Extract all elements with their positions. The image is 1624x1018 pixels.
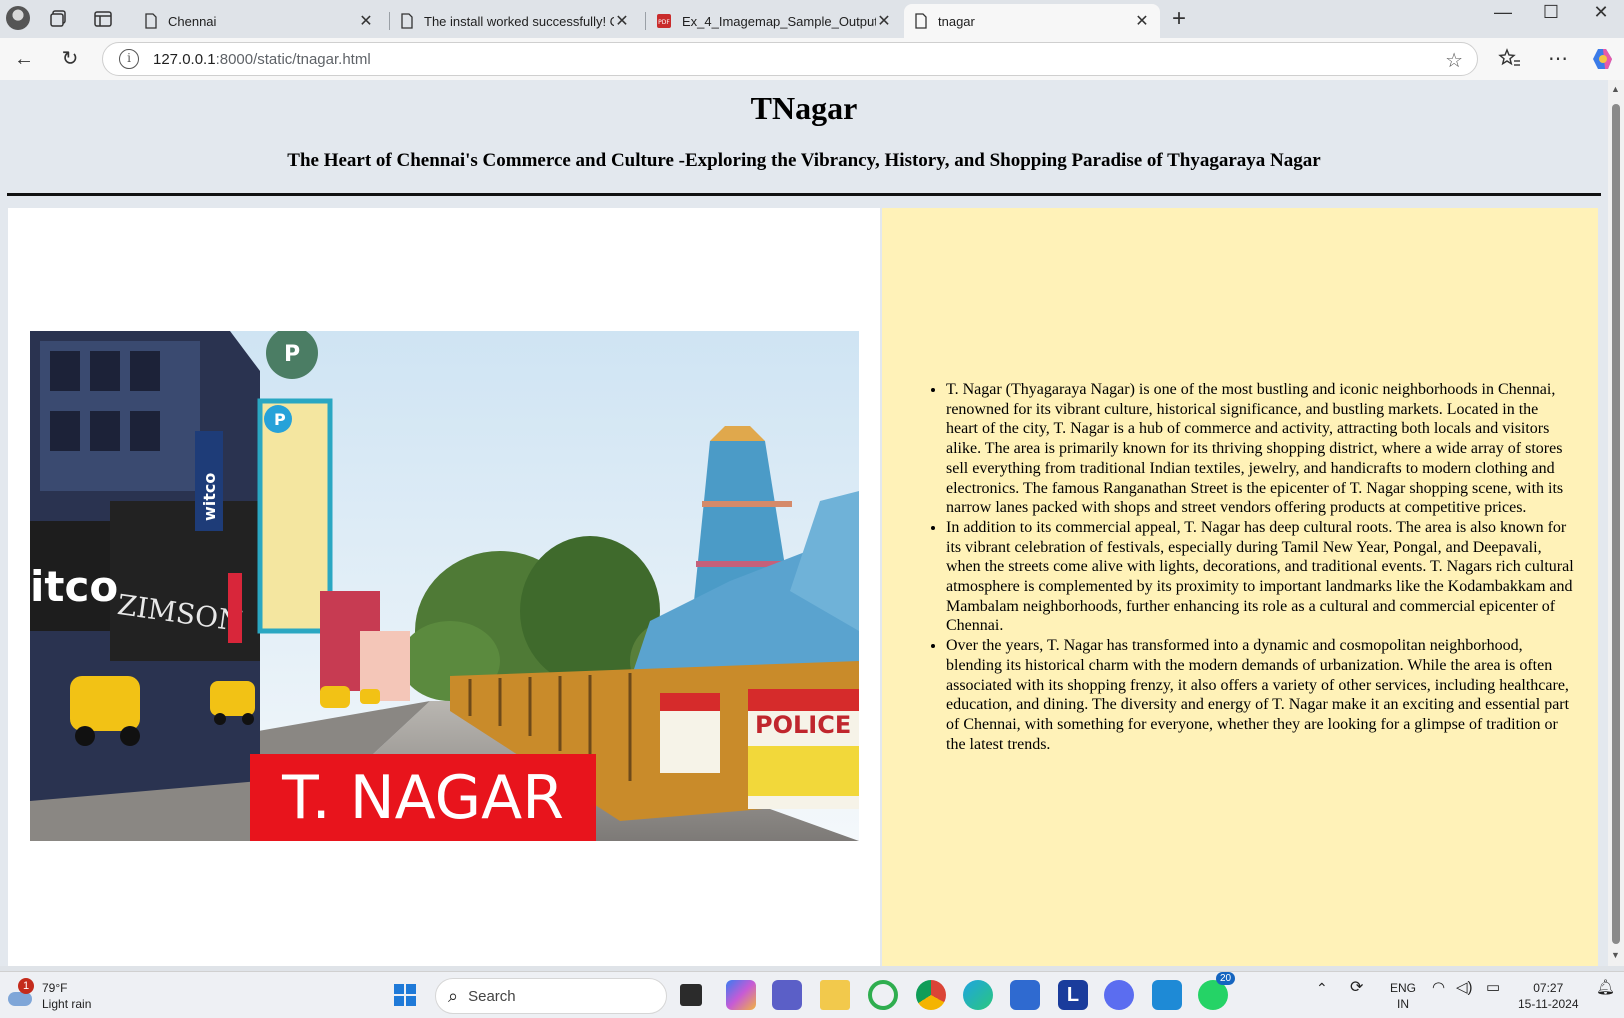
language-line2: IN [1397, 997, 1409, 1011]
description-panel: T. Nagar (Thyagaraya Nagar) is one of th… [882, 208, 1598, 966]
show-hidden-icons[interactable]: ⌃ [1316, 980, 1328, 996]
store-icon[interactable] [1010, 980, 1040, 1010]
page-icon [401, 13, 413, 29]
file-explorer-icon[interactable] [820, 980, 850, 1010]
list-item: T. Nagar (Thyagaraya Nagar) is one of th… [946, 380, 1574, 518]
tab-chennai[interactable]: Chennai ✕ [134, 4, 384, 38]
page-icon [145, 13, 157, 29]
horizontal-rule [7, 193, 1601, 196]
svg-text:P: P [284, 342, 300, 367]
back-button[interactable]: ← [10, 46, 38, 72]
itco-sign: itco [30, 562, 118, 611]
tnagar-photo: ZIMSON witco itco P P POLICE T. NAGAR [30, 331, 859, 841]
page-subtitle: The Heart of Chennai's Commerce and Cult… [287, 150, 1321, 171]
close-icon[interactable]: ✕ [614, 11, 630, 31]
weather-condition: Light rain [42, 997, 92, 1011]
whatsapp-badge: 20 [1216, 972, 1236, 985]
tab-tnagar[interactable]: tnagar ✕ [904, 4, 1160, 38]
l-app-icon[interactable]: L [1058, 980, 1088, 1010]
edge-icon[interactable] [963, 980, 993, 1010]
sync-icon[interactable]: ⟳ [1350, 980, 1363, 996]
tab-actions-icon[interactable] [92, 8, 114, 30]
arc-app-icon[interactable] [1104, 980, 1134, 1010]
tab-title: The install worked successfully! Co [424, 13, 614, 29]
browser-toolbar: ← ↻ i 127.0.0.1:8000/static/tnagar.html … [0, 38, 1624, 80]
url-path: :8000/static/tnagar.html [215, 50, 371, 68]
page-viewport: TNagar The Heart of Chennai's Commerce a… [0, 80, 1608, 966]
clock-date: 15-11-2024 [1518, 997, 1579, 1011]
banner-text: T. NAGAR [281, 763, 564, 833]
refresh-button[interactable]: ↻ [56, 46, 84, 72]
maximize-button[interactable]: ☐ [1528, 2, 1574, 23]
start-button[interactable] [394, 984, 416, 1006]
url-text[interactable]: 127.0.0.1:8000/static/tnagar.html [153, 51, 371, 68]
wifi-icon[interactable]: ◠ [1432, 980, 1445, 996]
weather-icon: 1 [6, 978, 34, 1008]
volume-icon[interactable]: ◁) [1456, 980, 1473, 996]
svg-text:P: P [274, 410, 286, 429]
whatsapp-icon[interactable]: 20 [1198, 972, 1236, 1010]
copilot-app-icon[interactable] [726, 980, 756, 1010]
page-title: TNagar [750, 90, 858, 126]
search-icon: ⌕ [448, 985, 459, 1006]
url-host: 127.0.0.1 [153, 50, 216, 68]
taskbar: 1 79°F Light rain ⌕ Search L 20 ⌃ ⟳ ENG … [0, 971, 1624, 1018]
weather-temp: 79°F [42, 981, 68, 995]
tab-title: Chennai [168, 13, 217, 29]
address-bar[interactable]: i 127.0.0.1:8000/static/tnagar.html ☆ [102, 42, 1478, 76]
workspaces-icon[interactable] [48, 8, 70, 30]
battery-icon[interactable]: ▭ [1486, 980, 1500, 996]
site-info-icon[interactable]: i [119, 49, 139, 69]
weather-badge: 1 [18, 978, 34, 994]
close-icon[interactable]: ✕ [1134, 11, 1150, 31]
police-sign: POLICE [755, 711, 851, 739]
list-item: Over the years, T. Nagar has transformed… [946, 636, 1574, 754]
favorite-star-icon[interactable]: ☆ [1445, 48, 1463, 73]
vertical-scrollbar[interactable]: ▲ ▼ [1608, 80, 1624, 966]
chrome-icon[interactable] [916, 980, 946, 1010]
language-line1: ENG [1390, 981, 1417, 995]
description-list: T. Nagar (Thyagaraya Nagar) is one of th… [946, 380, 1574, 754]
favorites-icon[interactable] [1498, 47, 1522, 71]
more-options-icon[interactable]: ⋯ [1544, 46, 1572, 72]
scroll-thumb[interactable] [1612, 104, 1620, 944]
page-icon [915, 13, 927, 29]
pdf-icon: PDF [657, 14, 671, 28]
clock-time: 07:27 [1533, 981, 1564, 995]
minimize-button[interactable]: — [1480, 2, 1526, 23]
new-tab-button[interactable]: + [1172, 5, 1186, 33]
clock[interactable]: 07:27 15-11-2024 [1518, 980, 1579, 1012]
close-icon[interactable]: ✕ [876, 11, 892, 31]
svg-text:PDF: PDF [658, 19, 670, 26]
taskbar-search[interactable]: ⌕ Search [435, 978, 667, 1014]
tab-install[interactable]: The install worked successfully! Co ✕ [390, 4, 640, 38]
close-window-button[interactable]: ✕ [1578, 2, 1624, 23]
profile-avatar[interactable] [6, 6, 30, 30]
notification-bell-icon[interactable]: 🔔︎ [1596, 980, 1615, 996]
close-icon[interactable]: ✕ [358, 11, 374, 31]
tab-imagemap-pdf[interactable]: PDF Ex_4_Imagemap_Sample_Output( ✕ [646, 4, 902, 38]
task-view-icon[interactable] [680, 984, 702, 1006]
witco-sign: witco [200, 473, 219, 521]
tab-title: Ex_4_Imagemap_Sample_Output( [682, 13, 876, 29]
image-panel: ZIMSON witco itco P P POLICE T. NAGAR [8, 208, 880, 966]
copilot-icon[interactable] [1590, 46, 1616, 72]
scroll-down-icon[interactable]: ▼ [1611, 950, 1620, 960]
vscode-icon[interactable] [1152, 980, 1182, 1010]
search-placeholder: Search [468, 987, 516, 1005]
weather-widget[interactable]: 1 79°F Light rain [6, 978, 92, 1012]
language-indicator[interactable]: ENG IN [1390, 980, 1416, 1012]
app-ring-icon[interactable] [868, 980, 898, 1010]
teams-icon[interactable] [772, 980, 802, 1010]
tab-title: tnagar [938, 13, 975, 29]
scroll-up-icon[interactable]: ▲ [1611, 84, 1620, 94]
tab-strip: Chennai ✕ The install worked successfull… [0, 0, 1624, 38]
list-item: In addition to its commercial appeal, T.… [946, 518, 1574, 636]
